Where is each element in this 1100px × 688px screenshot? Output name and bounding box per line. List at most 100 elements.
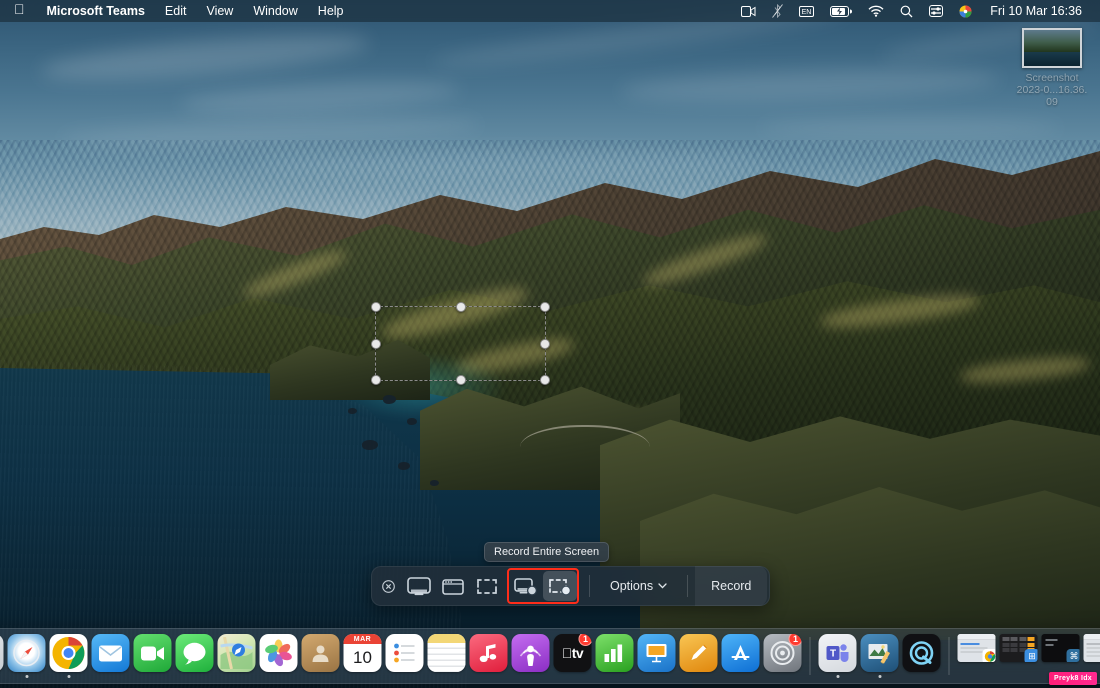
mail-icon [91, 634, 130, 672]
calendar-icon: MAR 10 [343, 634, 382, 672]
wallpaper-cloud [760, 118, 1060, 138]
selection-handle-bottom-right[interactable] [540, 375, 550, 385]
dock-divider [809, 637, 811, 675]
chrome-icon [49, 634, 88, 672]
dock-item-reminders[interactable] [385, 634, 425, 678]
wallpaper-rock [348, 408, 357, 414]
dock-item-notes[interactable] [427, 634, 467, 678]
wallpaper-headland [640, 487, 1100, 640]
menu-item-edit[interactable]: Edit [155, 0, 197, 22]
toolbar-divider [589, 575, 590, 597]
dock-item-photos[interactable] [259, 634, 299, 678]
dock-running-indicator [878, 675, 881, 678]
dock-running-indicator [613, 675, 616, 678]
dock-item-safari[interactable] [7, 634, 47, 678]
podcasts-icon [511, 634, 550, 672]
dock-divider [948, 637, 950, 675]
dock-item-microsoft-teams[interactable]: T [818, 634, 858, 678]
minimized-calculator-window[interactable]: ⊞ [999, 634, 1039, 678]
dock-item-mail[interactable] [91, 634, 131, 678]
bluetooth-off-icon[interactable] [764, 0, 791, 22]
menu-bar-clock[interactable]: Fri 10 Mar 16:36 [980, 4, 1088, 18]
selection-handle-bottom-left[interactable] [371, 375, 381, 385]
dock-running-indicator [193, 675, 196, 678]
dock-item-calendar[interactable]: MAR 10 [343, 634, 383, 678]
quicktime-player-icon [902, 634, 941, 672]
app-store-icon [721, 634, 760, 672]
selection-handle-middle-right[interactable] [540, 338, 550, 349]
wallpaper-rock [398, 462, 410, 470]
selection-handle-top-right[interactable] [540, 302, 550, 312]
dock-item-system-preferences[interactable]: 1 [763, 634, 803, 678]
watermark-badge: Preyk8 Idx [1048, 672, 1097, 685]
minimized-window-thumbnail: ⊞ [999, 634, 1038, 662]
dock-item-chrome[interactable] [49, 634, 89, 678]
svg-text:T: T [830, 649, 836, 660]
options-button[interactable]: Options [597, 566, 680, 606]
minimized-window-thumbnail: W [1083, 634, 1100, 662]
dock-item-messages[interactable] [175, 634, 215, 678]
spotlight-search-icon[interactable] [892, 0, 921, 22]
minimized-window-thumbnail: ⌘ [1041, 634, 1080, 662]
battery-charging-icon[interactable] [822, 0, 860, 22]
screenshot-thumbnail-image [1024, 30, 1080, 66]
record-entire-screen-button[interactable] [509, 571, 543, 601]
selection-handle-middle-left[interactable] [371, 338, 381, 349]
dock-item-music[interactable] [469, 634, 509, 678]
screen-recording-icon[interactable] [733, 0, 764, 22]
menu-item-help[interactable]: Help [308, 0, 354, 22]
dock-running-indicator [697, 675, 700, 678]
control-center-icon[interactable] [921, 0, 951, 22]
dock-item-facetime[interactable] [133, 634, 173, 678]
menu-item-view[interactable]: View [196, 0, 243, 22]
notes-lines [427, 643, 466, 672]
dock-running-indicator [151, 675, 154, 678]
capture-selected-portion-button[interactable] [470, 570, 504, 602]
input-source-icon[interactable]: EN [791, 0, 822, 22]
dock-item-numbers[interactable] [595, 634, 635, 678]
close-toolbar-button[interactable] [374, 570, 402, 602]
dock-item-launchpad[interactable] [0, 634, 5, 678]
dock-item-maps[interactable] [217, 634, 257, 678]
minimized-chrome-window[interactable] [957, 634, 997, 678]
dock-item-keynote[interactable] [637, 634, 677, 678]
maps-icon [217, 634, 256, 672]
screenshot-capture-toolbar: Options Record [371, 566, 771, 606]
dock-item-podcasts[interactable] [511, 634, 551, 678]
minimized-window-thumbnail [957, 634, 996, 662]
svg-text:EN: EN [802, 9, 812, 16]
dock-item-apple-tv[interactable]: tv 1 [553, 634, 593, 678]
wallpaper-rock [383, 395, 396, 404]
notes-header [427, 634, 466, 643]
dock-running-indicator [277, 675, 280, 678]
dock-item-pages[interactable] [679, 634, 719, 678]
record-selected-portion-button[interactable] [543, 571, 577, 601]
dock-item-preview[interactable] [860, 634, 900, 678]
color-app-icon[interactable] [951, 0, 980, 22]
apple-tv-icon: tv 1 [553, 634, 592, 672]
safari-icon [7, 634, 46, 672]
calendar-month-label: MAR [343, 634, 382, 644]
apple-menu-icon[interactable]:  [0, 0, 37, 22]
selection-handle-top-center[interactable] [455, 302, 466, 312]
capture-entire-screen-button[interactable] [402, 570, 436, 602]
menu-bar-left:  Microsoft Teams Edit View Window Help [0, 0, 354, 22]
desktop-file-screenshot[interactable]: Screenshot 2023-0...16.36.09 [1016, 28, 1088, 108]
selection-handle-top-left[interactable] [371, 302, 381, 312]
screen-capture-selection-region[interactable] [371, 302, 550, 385]
menu-item-window[interactable]: Window [243, 0, 307, 22]
minimized-calculator-badge: ⊞ [1024, 649, 1038, 662]
dock-running-indicator [319, 675, 322, 678]
menu-app-name[interactable]: Microsoft Teams [37, 0, 155, 22]
selection-handle-bottom-center[interactable] [455, 375, 466, 385]
reminders-icon [385, 634, 424, 672]
dock-item-contacts[interactable] [301, 634, 341, 678]
dock-item-quicktime-player[interactable] [902, 634, 942, 678]
pages-icon [679, 634, 718, 672]
record-buttons-highlight-group [507, 568, 579, 604]
dock-item-app-store[interactable] [721, 634, 761, 678]
wifi-icon[interactable] [860, 0, 892, 22]
capture-selected-window-button[interactable] [436, 570, 470, 602]
dock-running-indicator [836, 675, 839, 678]
record-button[interactable]: Record [695, 566, 768, 606]
